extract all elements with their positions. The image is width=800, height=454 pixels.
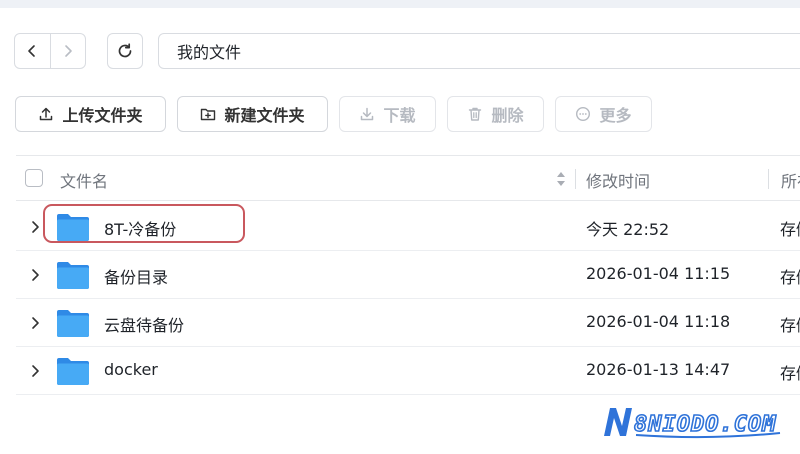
modified-time: 2026-01-04 11:18 [586,312,731,331]
table-row[interactable]: 备份目录 2026-01-04 11:15 存储 [16,251,800,299]
back-button[interactable] [15,34,50,68]
delete-button[interactable]: 删除 [447,96,544,132]
new-folder-button[interactable]: 新建文件夹 [177,96,328,132]
file-name[interactable]: 备份目录 [104,264,168,288]
folder-icon [57,310,89,337]
chevron-right-icon[interactable] [30,316,40,330]
location-cell: 存储 [780,316,800,335]
highlight-annotation [43,204,245,243]
chevron-left-icon [28,45,36,57]
table-header: 文件名 修改时间 所在 [16,155,800,201]
chevron-right-icon[interactable] [30,220,40,234]
column-divider[interactable] [768,169,769,189]
chevron-right-icon[interactable] [30,268,40,282]
svg-text:8NIODO.COM: 8NIODO.COM [634,412,776,437]
download-button[interactable]: 下载 [339,96,436,132]
file-name[interactable]: docker [104,360,158,379]
download-label: 下载 [383,106,416,125]
delete-label: 删除 [491,106,524,125]
upload-folder-button[interactable]: 上传文件夹 [15,96,166,132]
new-folder-icon [201,108,216,121]
select-all-checkbox[interactable] [25,169,43,187]
modified-time: 2026-01-13 14:47 [586,360,731,379]
table-row[interactable]: docker 2026-01-13 14:47 存储 [16,347,800,395]
file-name[interactable]: 云盘待备份 [104,312,184,336]
more-label: 更多 [599,106,632,125]
column-modified-header[interactable]: 修改时间 [586,168,650,192]
trash-icon [469,107,482,121]
sort-icon[interactable] [555,168,567,190]
refresh-icon [118,43,132,58]
upload-icon [40,107,53,121]
download-icon [361,107,374,121]
upload-folder-label: 上传文件夹 [62,106,143,125]
modified-time: 2026-01-04 11:15 [586,264,731,283]
column-name-header[interactable]: 文件名 [60,168,108,192]
refresh-button[interactable] [107,33,143,69]
folder-icon [57,358,89,385]
location-cell: 存储 [780,220,800,239]
column-location-header[interactable]: 所在 [781,168,800,192]
folder-icon [57,262,89,289]
history-nav [14,33,86,69]
more-button[interactable]: 更多 [555,96,652,132]
path-text: 我的文件 [177,43,242,62]
forward-button[interactable] [49,34,86,68]
location-cell: 存储 [780,268,800,287]
more-icon [576,106,591,122]
column-divider[interactable] [575,169,576,189]
modified-time: 今天 22:52 [586,220,670,239]
chevron-right-icon[interactable] [30,364,40,378]
location-cell: 存储 [780,364,800,383]
new-folder-label: 新建文件夹 [224,106,305,125]
top-strip [0,0,800,8]
watermark-logo: 8NIODO.COM [604,408,781,439]
path-bar[interactable]: 我的文件 [158,33,800,69]
chevron-right-icon [64,45,72,57]
table-row[interactable]: 云盘待备份 2026-01-04 11:18 存储 [16,299,800,347]
